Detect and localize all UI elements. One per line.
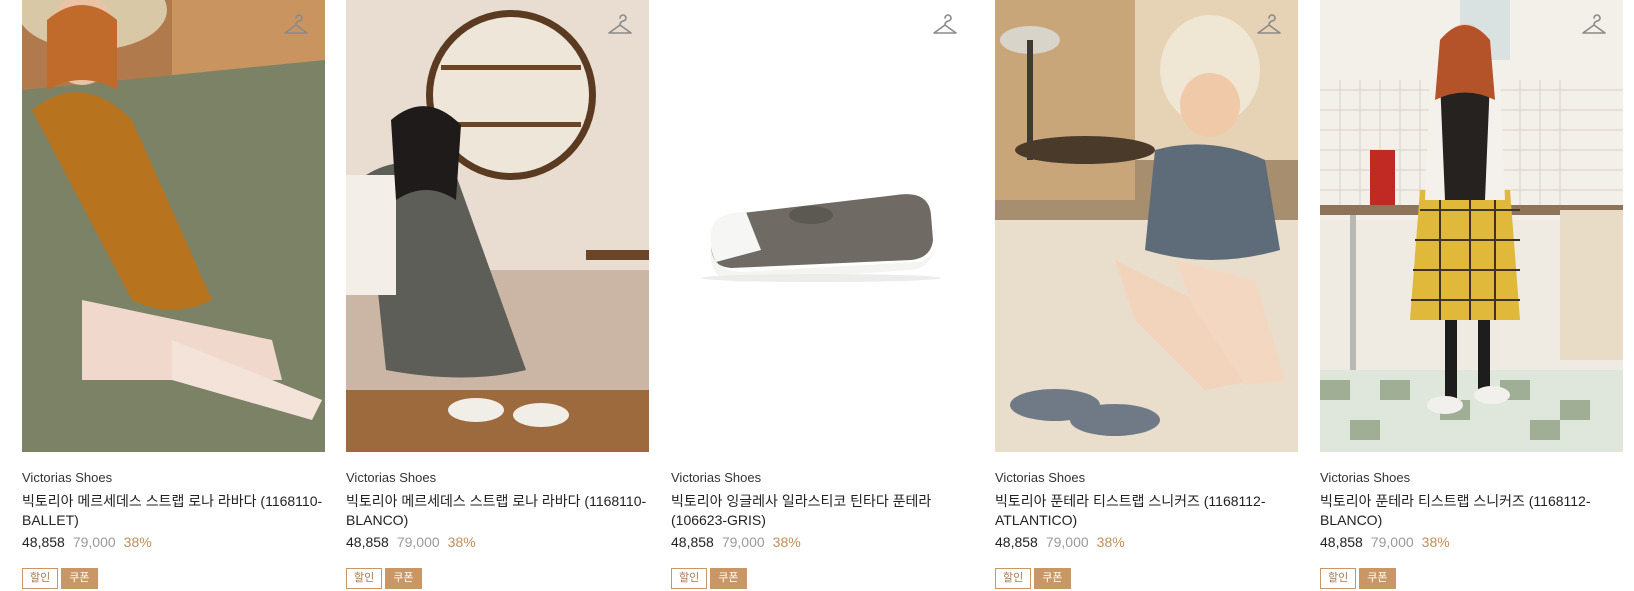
product-card[interactable]: Victorias Shoes 빅토리아 메르세데스 스트랩 로나 라바다 (1…	[346, 0, 649, 589]
product-card[interactable]: Victorias Shoes 빅토리아 푼테라 티스트랩 스니커즈 (1168…	[1320, 0, 1623, 589]
price-row: 48,858 79,000 38%	[346, 533, 649, 551]
product-name[interactable]: 빅토리아 메르세데스 스트랩 로나 라바다 (1168110-BLANCO)	[346, 492, 649, 530]
original-price: 79,000	[72, 534, 116, 550]
original-price: 79,000	[1045, 534, 1089, 550]
product-card[interactable]: Victorias Shoes 빅토리아 잉글레사 일라스티코 틴타다 푼테라 …	[671, 0, 974, 589]
product-image[interactable]	[346, 0, 649, 452]
product-name[interactable]: 빅토리아 메르세데스 스트랩 로나 라바다 (1168110-BALLET)	[22, 492, 325, 530]
price-row: 48,858 79,000 38%	[1320, 533, 1623, 551]
product-brand: Victorias Shoes	[995, 470, 1086, 485]
coupon-badge: 쿠폰	[1359, 568, 1396, 589]
price-row: 48,858 79,000 38%	[671, 533, 974, 551]
hanger-icon[interactable]	[932, 14, 958, 38]
product-image[interactable]	[995, 0, 1298, 452]
hanger-icon[interactable]	[1581, 14, 1607, 38]
hanger-icon[interactable]	[607, 14, 633, 38]
product-brand: Victorias Shoes	[1320, 470, 1411, 485]
original-price: 79,000	[721, 534, 765, 550]
product-name[interactable]: 빅토리아 푼테라 티스트랩 스니커즈 (1168112-ATLANTICO)	[995, 492, 1298, 530]
discount-rate: 38%	[1096, 534, 1125, 550]
badge-group: 할인 쿠폰	[346, 568, 649, 589]
product-brand: Victorias Shoes	[22, 470, 113, 485]
badge-group: 할인 쿠폰	[1320, 568, 1623, 589]
sale-badge: 할인	[346, 568, 383, 589]
product-image[interactable]	[671, 0, 974, 452]
product-brand: Victorias Shoes	[346, 470, 437, 485]
discount-rate: 38%	[123, 534, 152, 550]
sale-price: 48,858	[1320, 534, 1363, 550]
sale-badge: 할인	[671, 568, 708, 589]
product-grid: Victorias Shoes 빅토리아 메르세데스 스트랩 로나 라바다 (1…	[0, 0, 1634, 591]
sale-badge: 할인	[22, 568, 59, 589]
coupon-badge: 쿠폰	[385, 568, 422, 589]
price-row: 48,858 79,000 38%	[995, 533, 1298, 551]
coupon-badge: 쿠폰	[1034, 568, 1071, 589]
coupon-badge: 쿠폰	[710, 568, 747, 589]
badge-group: 할인 쿠폰	[995, 568, 1298, 589]
sale-badge: 할인	[1320, 568, 1357, 589]
product-card[interactable]: Victorias Shoes 빅토리아 메르세데스 스트랩 로나 라바다 (1…	[22, 0, 325, 589]
product-card[interactable]: Victorias Shoes 빅토리아 푼테라 티스트랩 스니커즈 (1168…	[995, 0, 1298, 589]
product-image[interactable]	[22, 0, 325, 452]
product-brand: Victorias Shoes	[671, 470, 762, 485]
sale-price: 48,858	[671, 534, 714, 550]
badge-group: 할인 쿠폰	[671, 568, 974, 589]
sale-badge: 할인	[995, 568, 1032, 589]
original-price: 79,000	[1370, 534, 1414, 550]
discount-rate: 38%	[447, 534, 476, 550]
product-name[interactable]: 빅토리아 푼테라 티스트랩 스니커즈 (1168112-BLANCO)	[1320, 492, 1623, 530]
discount-rate: 38%	[772, 534, 801, 550]
hanger-icon[interactable]	[1256, 14, 1282, 38]
sale-price: 48,858	[22, 534, 65, 550]
original-price: 79,000	[396, 534, 440, 550]
sale-price: 48,858	[346, 534, 389, 550]
badge-group: 할인 쿠폰	[22, 568, 325, 589]
product-name[interactable]: 빅토리아 잉글레사 일라스티코 틴타다 푼테라 (106623-GRIS)	[671, 492, 974, 530]
discount-rate: 38%	[1421, 534, 1450, 550]
product-image[interactable]	[1320, 0, 1623, 452]
hanger-icon[interactable]	[283, 14, 309, 38]
sale-price: 48,858	[995, 534, 1038, 550]
price-row: 48,858 79,000 38%	[22, 533, 325, 551]
coupon-badge: 쿠폰	[61, 568, 98, 589]
